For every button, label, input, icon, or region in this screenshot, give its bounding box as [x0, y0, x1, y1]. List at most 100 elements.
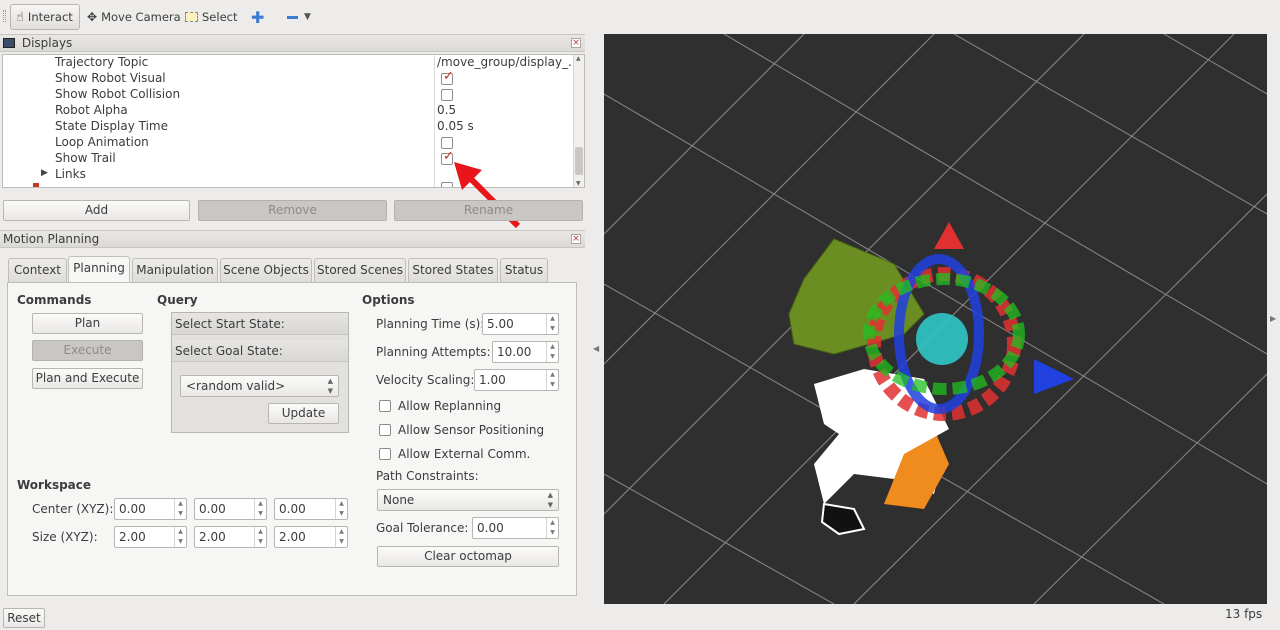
spin-arrows-icon[interactable]: ▲ ▼	[254, 527, 266, 547]
expand-right-icon[interactable]: ▶	[1270, 314, 1276, 323]
tab-context[interactable]: Context	[8, 258, 67, 282]
commands-title: Commands	[17, 293, 92, 307]
expand-arrow-icon[interactable]: ▶	[41, 168, 48, 178]
show-robot-collision-checkbox[interactable]	[441, 89, 453, 101]
translate-up-arrow[interactable]	[934, 222, 964, 249]
spin-arrows-icon[interactable]: ▲ ▼	[546, 518, 558, 538]
viewport-scene[interactable]	[604, 34, 1267, 604]
tree-row-label: Show Robot Collision	[55, 87, 181, 101]
goal-state-row[interactable]: Select Goal State:	[172, 340, 348, 362]
tree-row-show-robot-visual[interactable]: Show Robot Visual ✓	[3, 69, 575, 87]
goal-state-value: <random valid>	[186, 379, 286, 393]
remove-tool-button[interactable]: ▼	[282, 4, 316, 30]
select-tool[interactable]: Select	[180, 4, 242, 30]
spin-arrows-icon[interactable]: ▲ ▼	[174, 499, 186, 519]
size-y-spinbox[interactable]: 2.00 ▲ ▼	[194, 526, 267, 548]
spin-arrows-icon[interactable]: ▲ ▼	[546, 342, 558, 362]
start-state-label: Select Start State:	[175, 317, 285, 331]
plan-and-execute-button[interactable]: Plan and Execute	[32, 368, 143, 389]
close-displays-icon[interactable]: ×	[571, 38, 581, 48]
spin-arrows-icon[interactable]: ▲ ▼	[254, 499, 266, 519]
spin-arrows-icon[interactable]: ▲ ▼	[546, 314, 558, 334]
add-tool-button[interactable]: ✚	[246, 4, 269, 30]
right-dock-handle[interactable]: ▶	[1267, 34, 1280, 604]
planning-time-spinbox[interactable]: 5.00 ▲ ▼	[482, 313, 559, 335]
tab-status[interactable]: Status	[500, 258, 548, 282]
tab-manipulation[interactable]: Manipulation	[132, 258, 218, 282]
splitter-handle[interactable]: ◀	[588, 34, 602, 604]
plan-button[interactable]: Plan	[32, 313, 143, 334]
tab-scene-objects[interactable]: Scene Objects	[220, 258, 312, 282]
translate-right-arrow[interactable]	[1034, 359, 1074, 394]
reset-button[interactable]: Reset	[3, 608, 45, 628]
tree-row-trajectory-topic[interactable]: Trajectory Topic /move_group/display_...	[3, 55, 580, 71]
robot-wheel	[820, 502, 866, 536]
execute-button[interactable]: Execute	[32, 340, 143, 361]
motion-planning-title: Motion Planning	[3, 232, 100, 246]
plus-cross-icon: ✚	[251, 7, 265, 27]
trajectory-topic-value[interactable]: /move_group/display_...	[437, 55, 580, 69]
minus-icon	[287, 15, 298, 19]
scroll-up-icon[interactable]: ▲	[576, 55, 581, 62]
tab-stored-states[interactable]: Stored States	[408, 258, 498, 282]
center-xyz-label: Center (XYZ):	[32, 502, 114, 516]
allow-external-comm-label[interactable]: Allow External Comm.	[398, 447, 530, 461]
show-robot-visual-checkbox[interactable]: ✓	[441, 69, 454, 85]
allow-replanning-checkbox[interactable]	[379, 400, 391, 412]
size-z-spinbox[interactable]: 2.00 ▲ ▼	[274, 526, 348, 548]
state-display-time-value[interactable]: 0.05 s	[437, 119, 474, 133]
allow-external-comm-checkbox[interactable]	[379, 448, 391, 460]
robot-alpha-value[interactable]: 0.5	[437, 103, 456, 117]
spin-arrows-icon[interactable]: ▲ ▼	[546, 370, 558, 390]
velocity-scaling-spinbox[interactable]: 1.00 ▲ ▼	[474, 369, 559, 391]
tree-row-label: Loop Animation	[55, 135, 149, 149]
tab-label: Manipulation	[136, 263, 214, 277]
allow-replanning-label[interactable]: Allow Replanning	[398, 399, 501, 413]
move-camera-tool[interactable]: ✥ Move Camera	[82, 4, 186, 30]
loop-animation-checkbox[interactable]	[441, 137, 453, 149]
remove-button[interactable]: Remove	[198, 200, 387, 221]
partial-row-icon	[33, 183, 39, 187]
tree-scrollbar[interactable]: ▲ ▼	[573, 55, 584, 187]
path-constraints-select[interactable]: None ▲ ▼	[377, 489, 559, 511]
tree-row-label: State Display Time	[55, 119, 168, 133]
update-button[interactable]: Update	[268, 403, 339, 424]
center-x-value: 0.00	[119, 502, 146, 516]
render-viewport[interactable]	[604, 34, 1267, 604]
close-motion-planning-icon[interactable]: ×	[571, 234, 581, 244]
toolbar-grip[interactable]	[3, 10, 6, 22]
spin-arrows-icon[interactable]: ▲ ▼	[174, 527, 186, 547]
scroll-down-icon[interactable]: ▼	[576, 180, 581, 187]
interact-tool[interactable]: ☝ Interact	[10, 4, 80, 30]
tab-planning[interactable]: Planning	[68, 256, 130, 283]
planning-attempts-label: Planning Attempts:	[376, 345, 491, 359]
spin-arrows-icon[interactable]: ▲ ▼	[335, 527, 347, 547]
interact-label: Interact	[27, 10, 73, 24]
center-x-spinbox[interactable]: 0.00 ▲ ▼	[114, 498, 187, 520]
center-y-spinbox[interactable]: 0.00 ▲ ▼	[194, 498, 267, 520]
scroll-thumb[interactable]	[575, 147, 583, 175]
allow-sensor-positioning-checkbox[interactable]	[379, 424, 391, 436]
collapse-left-icon[interactable]: ◀	[593, 344, 599, 353]
center-z-spinbox[interactable]: 0.00 ▲ ▼	[274, 498, 348, 520]
tab-stored-scenes[interactable]: Stored Scenes	[314, 258, 406, 282]
interactive-marker-center[interactable]	[916, 313, 968, 365]
size-x-spinbox[interactable]: 2.00 ▲ ▼	[114, 526, 187, 548]
clear-octomap-button[interactable]: Clear octomap	[377, 546, 559, 567]
tree-row-loop-animation[interactable]: Loop Animation	[3, 135, 575, 151]
reset-label: Reset	[7, 611, 41, 625]
start-state-row[interactable]: Select Start State:	[172, 313, 348, 335]
robot-model[interactable]	[788, 222, 1074, 536]
tree-row-show-robot-collision[interactable]: Show Robot Collision	[3, 87, 575, 103]
goal-tolerance-label: Goal Tolerance:	[376, 521, 469, 535]
add-button[interactable]: Add	[3, 200, 190, 221]
rename-button[interactable]: Rename	[394, 200, 583, 221]
tree-row-state-display-time[interactable]: State Display Time 0.05 s	[3, 119, 575, 135]
goal-state-select[interactable]: <random valid> ▲ ▼	[180, 375, 339, 397]
goal-tolerance-spinbox[interactable]: 0.00 ▲ ▼	[472, 517, 559, 539]
allow-sensor-positioning-label[interactable]: Allow Sensor Positioning	[398, 423, 544, 437]
planning-attempts-spinbox[interactable]: 10.00 ▲ ▼	[492, 341, 559, 363]
tree-row-robot-alpha[interactable]: Robot Alpha 0.5	[3, 103, 575, 119]
goal-tolerance-value: 0.00	[477, 521, 504, 535]
spin-arrows-icon[interactable]: ▲ ▼	[335, 499, 347, 519]
